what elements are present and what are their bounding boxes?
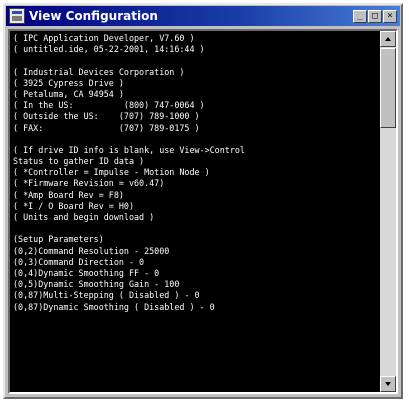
console-line: ( *Amp Board Rev = F8)	[13, 189, 124, 200]
minimize-button[interactable]: _	[353, 9, 367, 23]
console-line: ( untitled.ide, 05-22-2001, 14:16:44 )	[13, 44, 205, 55]
title-bar[interactable]: View Configuration _ □ ×	[6, 6, 400, 26]
client-area: ( IPC Application Developer, V7.60 )( un…	[8, 29, 398, 394]
console-line: (0,2)Command Resolution - 25000	[13, 245, 170, 256]
window-title: View Configuration	[29, 9, 158, 23]
window-controls: _ □ ×	[353, 9, 397, 23]
scroll-down-arrow-icon[interactable]	[380, 376, 396, 392]
console-line: (0,5)Dynamic Smoothing Gain - 100	[13, 279, 180, 290]
close-button[interactable]: ×	[383, 9, 397, 23]
console-line: ( Outside the US: (707) 789-1000 )	[13, 111, 200, 122]
console-line: ( FAX: (707) 789-0175 )	[13, 122, 200, 133]
console-line: ( If drive ID info is blank, use View->C…	[13, 144, 245, 155]
console-line: (0,3)Command Direction - 0	[13, 256, 145, 267]
view-configuration-window: View Configuration _ □ × ( IPC Applicati…	[3, 3, 403, 399]
scroll-up-arrow-icon[interactable]	[380, 31, 396, 47]
configuration-text-area[interactable]: ( IPC Application Developer, V7.60 )( un…	[10, 31, 380, 392]
maximize-button[interactable]: □	[368, 9, 382, 23]
console-line: ( In the US: (800) 747-0064 )	[13, 100, 205, 111]
console-line: ( Petaluma, CA 94954 )	[13, 88, 124, 99]
scrollbar-thumb[interactable]	[380, 48, 396, 128]
console-line: ( 3925 Cypress Drive )	[13, 77, 124, 88]
console-line: (0,4)Dynamic Smoothing FF - 0	[13, 267, 160, 278]
console-line: Status to gather ID data )	[13, 156, 145, 167]
vertical-scrollbar[interactable]	[380, 31, 396, 392]
console-line: ( Units and begin download )	[13, 212, 155, 222]
console-line: (Setup Parameters)	[13, 234, 104, 245]
console-line: ( *Controller = Impulse - Motion Node )	[13, 167, 210, 178]
console-line: ( Industrial Devices Corporation )	[13, 66, 185, 77]
console-line: ( *Firmware Revision = v60.47)	[13, 178, 165, 189]
console-line: ( IPC Application Developer, V7.60 )	[13, 33, 195, 43]
console-line: (0,87)Dynamic Smoothing ( Disabled ) - 0	[13, 301, 215, 312]
console-line: ( *I / O Board Rev = H0)	[13, 200, 135, 211]
console-line: (0,87)Multi-Stepping ( Disabled ) - 0	[13, 290, 200, 301]
app-icon[interactable]	[9, 8, 25, 24]
